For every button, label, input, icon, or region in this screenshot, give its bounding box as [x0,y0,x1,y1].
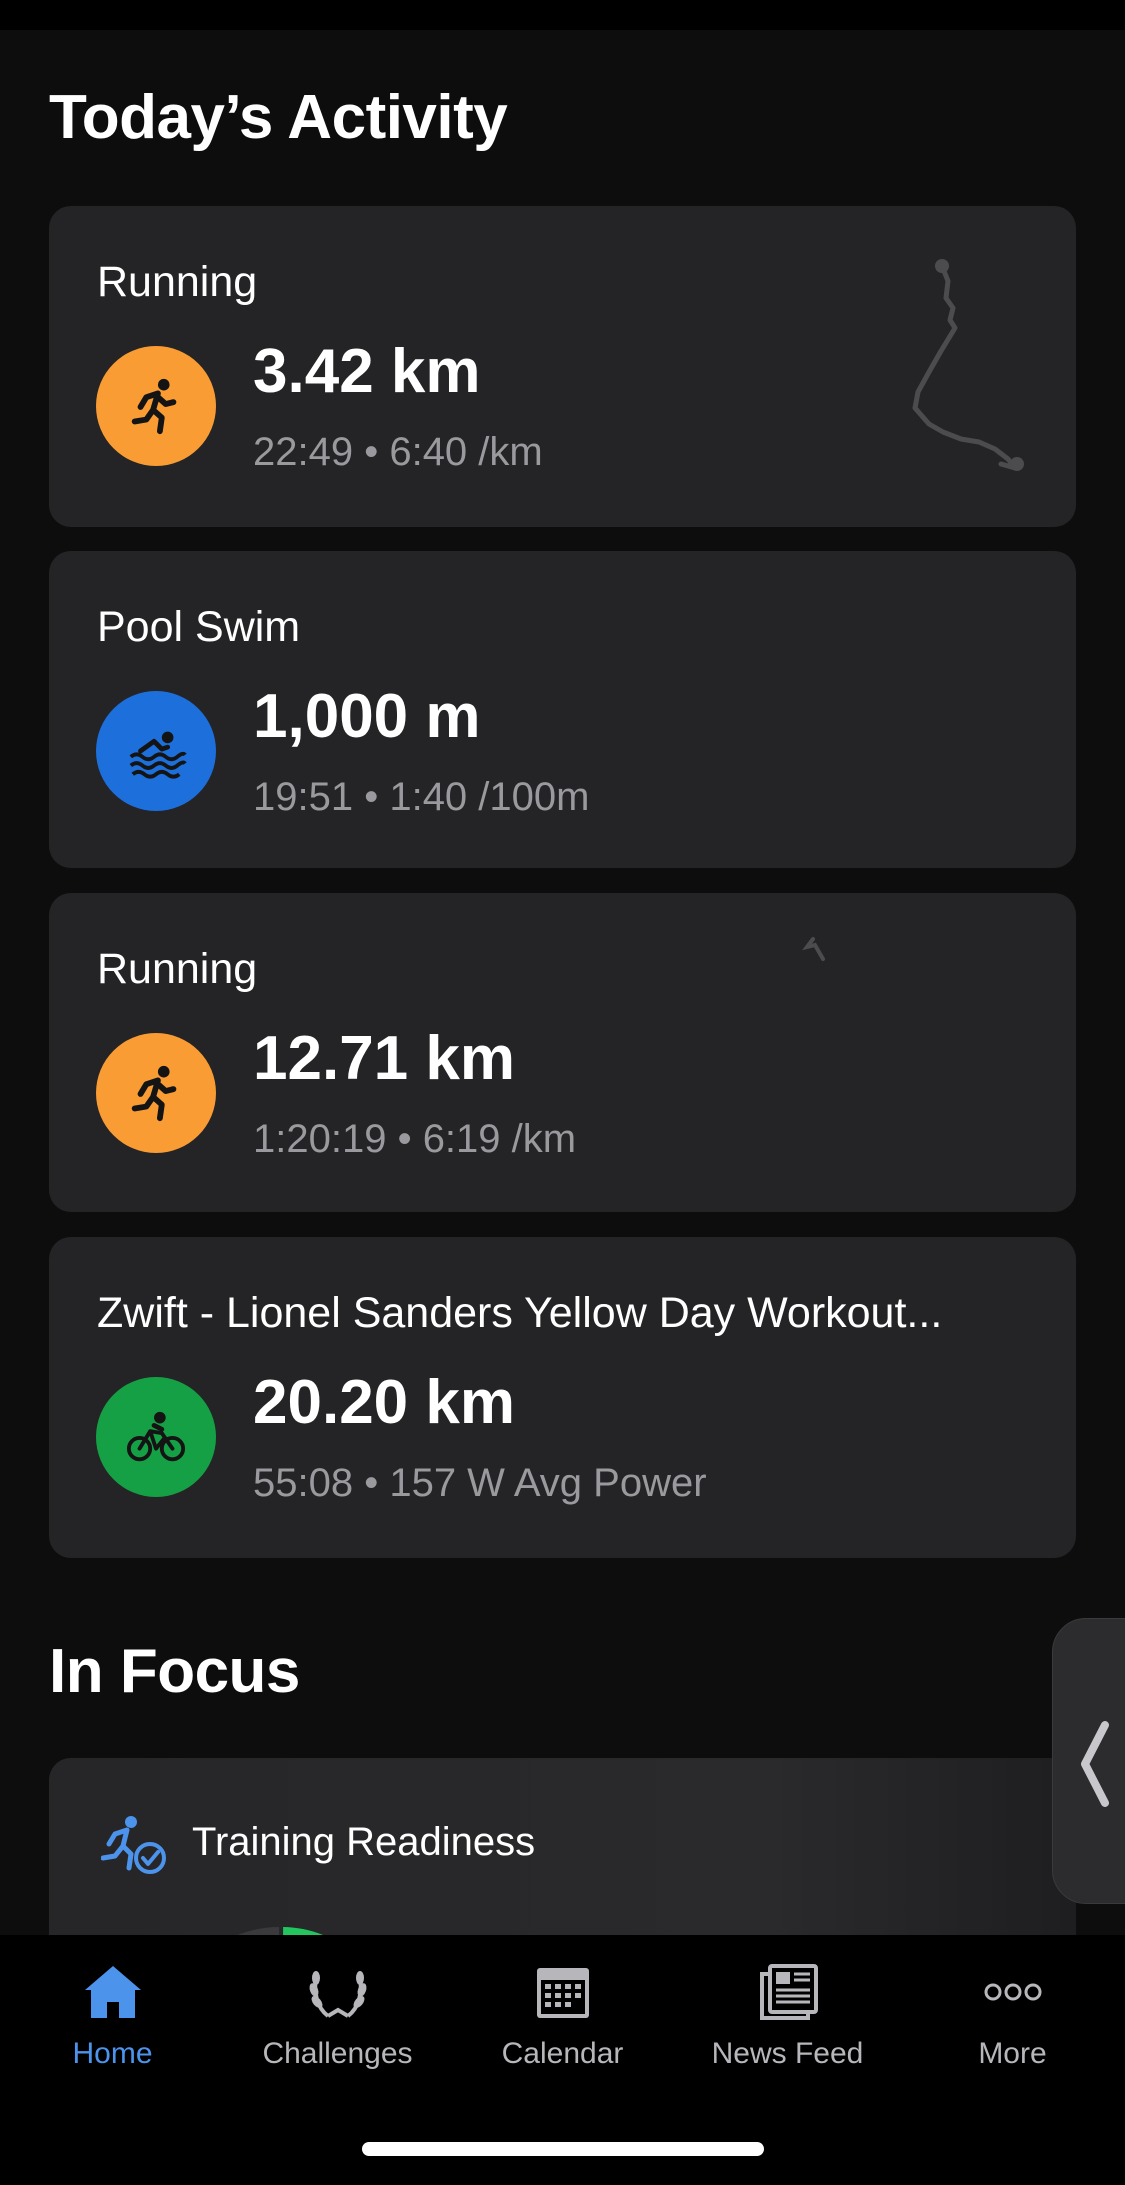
section-title-todays-activity: Today’s Activity [49,83,508,152]
running-icon [96,346,216,466]
activity-detail: 19:51 • 1:40 /100m [253,775,590,819]
tab-more[interactable]: More [900,1957,1125,2087]
tab-label: More [978,2037,1047,2070]
tab-challenges[interactable]: Challenges [225,1957,450,2087]
activity-distance: 1,000 m [253,682,481,751]
activity-detail: 22:49 • 6:40 /km [253,430,543,474]
training-readiness-title: Training Readiness [192,1820,536,1864]
route-map [802,937,825,961]
calendar-icon [528,1957,598,2027]
news-feed-icon [753,1957,823,2027]
activity-card-running[interactable]: Running 3.42 km 22:49 • 6:40 /km [49,206,1076,527]
tab-label: News Feed [711,2037,864,2070]
tab-label: Challenges [262,2037,413,2070]
status-bar [0,0,1125,30]
home-icon [78,1957,148,2027]
activity-distance: 12.71 km [253,1024,515,1093]
training-readiness-icon [101,1816,166,1874]
cycling-icon [96,1377,216,1497]
activity-detail: 55:08 • 157 W Avg Power [253,1461,707,1505]
home-screen: Today’s Activity Running 3.42 km 22:49 •… [0,0,1125,2185]
activity-distance: 20.20 km [253,1368,515,1437]
tab-label: Home [72,2037,153,2070]
running-icon [96,1033,216,1153]
activity-title: Running [97,258,258,306]
tab-home[interactable]: Home [0,1957,225,2087]
section-title-in-focus: In Focus [49,1637,300,1706]
tab-label: Calendar [501,2037,624,2070]
route-map [912,259,1024,471]
activity-title: Zwift - Lionel Sanders Yellow Day Workou… [97,1289,943,1337]
activity-title: Running [97,945,258,993]
tab-news-feed[interactable]: News Feed [675,1957,900,2087]
chevron-left-icon [1081,1721,1109,1807]
activity-distance: 3.42 km [253,337,481,406]
swimming-icon [96,691,216,811]
activity-title: Pool Swim [97,603,301,651]
activity-card-cycling[interactable]: Zwift - Lionel Sanders Yellow Day Workou… [49,1237,1076,1558]
home-indicator[interactable] [362,2142,764,2156]
more-icon [978,1957,1048,2027]
laurel-icon [303,1957,373,2027]
activity-card-pool-swim[interactable]: Pool Swim 1,000 m 19:51 • 1:40 /100m [49,551,1076,868]
side-panel-handle[interactable] [1052,1618,1125,1904]
tab-calendar[interactable]: Calendar [450,1957,675,2087]
activity-card-running-2[interactable]: Running 12.71 km 1:20:19 • 6:19 /km [49,893,1076,1212]
activity-detail: 1:20:19 • 6:19 /km [253,1117,577,1161]
